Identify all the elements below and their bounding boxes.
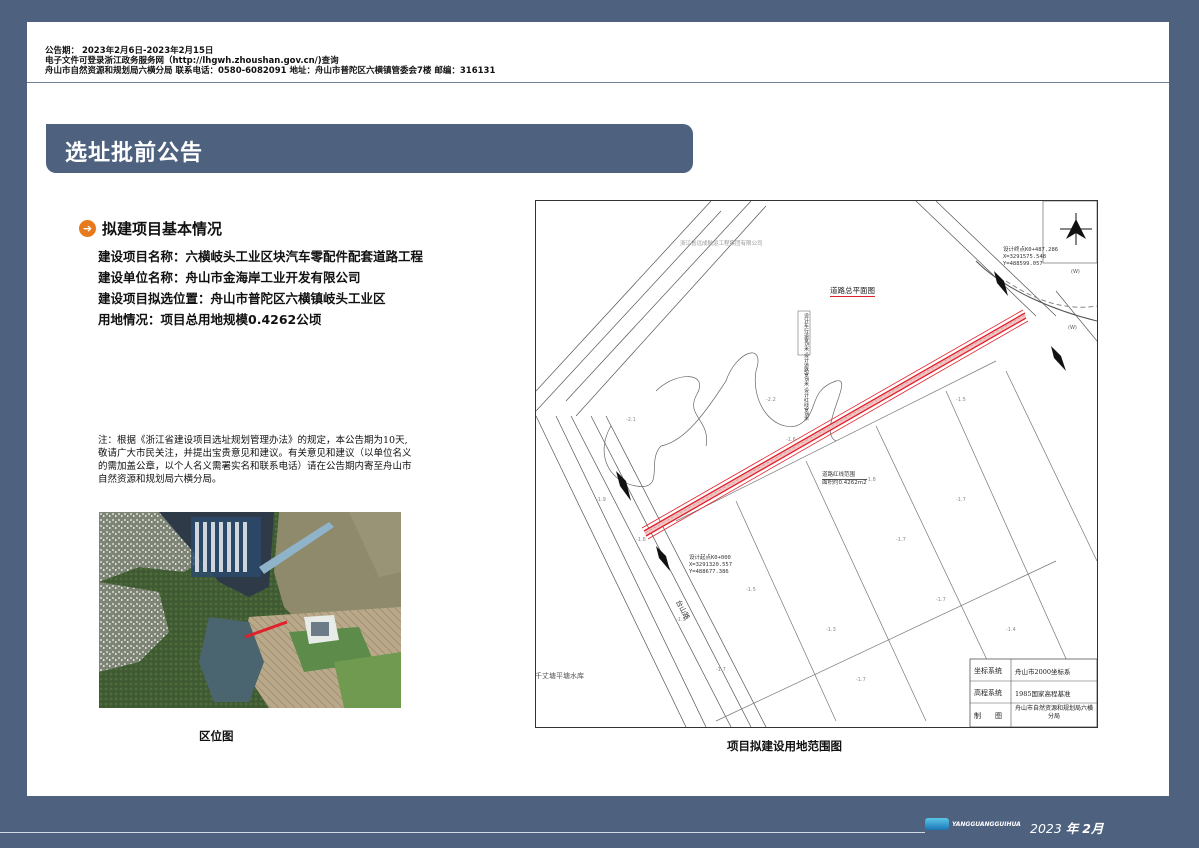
svg-text:-2.2: -2.2 bbox=[766, 397, 776, 403]
svg-text:-1.3: -1.3 bbox=[826, 627, 836, 633]
end-point-label: 设计终点K0+487.286 X=3291575.548 Y=488599.05… bbox=[1003, 247, 1058, 268]
mark-w-2: (W) bbox=[1068, 325, 1077, 331]
brand-logo-icon bbox=[925, 818, 949, 830]
title-banner: 选址批前公告 bbox=[46, 124, 693, 173]
announcement-period: 公告期： 2023年2月6日-2023年2月15日 bbox=[45, 46, 214, 56]
tb-label-drafter: 制 图 bbox=[974, 712, 1002, 720]
start-point-x: X=3291320.557 bbox=[689, 562, 733, 568]
footer-divider bbox=[0, 832, 925, 833]
footer-year-sep: 年 bbox=[1065, 821, 1079, 836]
tb-value-elevation: 1985国家高程基准 bbox=[1015, 690, 1071, 698]
svg-text:-1.7: -1.7 bbox=[716, 667, 726, 673]
svg-text:-1.7: -1.7 bbox=[856, 677, 866, 683]
tb-row-drafter: 制 图 舟山市自然资源和规划局六横分局 bbox=[970, 703, 1097, 727]
svg-text:-1.8: -1.8 bbox=[866, 477, 876, 483]
end-point-line: 设计终点K0+487.286 bbox=[1003, 247, 1059, 253]
svg-text:-1.5: -1.5 bbox=[746, 587, 756, 593]
section-title: 拟建项目基本情况 bbox=[102, 220, 223, 238]
note-road-width: 设计道路宽8米 bbox=[803, 352, 809, 386]
page-title: 选址批前公告 bbox=[65, 141, 204, 166]
contact-info: 舟山市自然资源和规划局六横分局 联系电话：0580-6082091 地址：舟山市… bbox=[45, 66, 496, 76]
red-line-title: 道路红线范围 bbox=[822, 472, 867, 480]
tb-label-coordinate: 坐标系统 bbox=[974, 667, 1002, 675]
svg-text:-1.7: -1.7 bbox=[896, 537, 906, 543]
note-redline-width: 设计红线宽8米 bbox=[803, 387, 809, 421]
svg-text:-1.6: -1.6 bbox=[786, 437, 796, 443]
arrow-right-circle-icon: ➜ bbox=[79, 220, 96, 237]
project-name: 建设项目名称：六横岐头工业区块汽车零配件配套道路工程 bbox=[98, 249, 424, 264]
brand-logo-text: YANGGUANGGUIHUA bbox=[952, 821, 1021, 828]
start-point-line: 设计起点K0+000 bbox=[689, 555, 731, 561]
reservoir-label: 千丈塘平塘水库 bbox=[535, 672, 584, 680]
site-plan-drawing: -1.6 -1.8 -1.7 -1.7 -1.5 -1.3 -1.7 -1.4 -1.7… bbox=[535, 200, 1098, 728]
project-location: 建设项目拟选位置：舟山市普陀区六横镇岐头工业区 bbox=[98, 291, 386, 306]
start-point-y: Y=488677.386 bbox=[689, 569, 729, 575]
note-lane-width: 设计车行道宽5米 bbox=[803, 313, 809, 352]
location-satellite-image bbox=[99, 512, 401, 708]
plan-title: 道路总平面图 bbox=[830, 286, 875, 297]
unit-name: 建设单位名称：舟山市金海岸工业开发有限公司 bbox=[98, 270, 361, 285]
project-info: 建设项目名称：六横岐头工业区块汽车零配件配套道路工程 建设单位名称：舟山市金海岸… bbox=[98, 246, 423, 330]
tb-label-elevation: 高程系统 bbox=[974, 689, 1002, 697]
website-info: 电子文件可登录浙江政务服务网（http://lhgwh.zhoushan.gov… bbox=[45, 56, 339, 66]
notice-sheet: 公告期： 2023年2月6日-2023年2月15日 电子文件可登录浙江政务服务网… bbox=[27, 22, 1169, 796]
svg-text:-1.4: -1.4 bbox=[1006, 627, 1016, 633]
svg-text:-1.5: -1.5 bbox=[956, 397, 966, 403]
header-info: 公告期： 2023年2月6日-2023年2月15日 电子文件可登录浙江政务服务网… bbox=[45, 46, 495, 76]
footer-date: 2023 年 2月 bbox=[1030, 818, 1104, 837]
svg-text:-2.1: -2.1 bbox=[626, 417, 636, 423]
start-point-label: 设计起点K0+000 X=3291320.557 Y=488677.386 bbox=[689, 555, 732, 576]
top-company-label: 浙江省远成航运工程集团有限公司 bbox=[680, 241, 763, 247]
red-line-area: 面积约0.4262m2 bbox=[822, 480, 867, 486]
site-plan-caption: 项目拟建设用地范围图 bbox=[727, 739, 842, 753]
land-use: 用地情况：项目总用地规模0.4262公顷 bbox=[98, 312, 322, 327]
tb-value-coordinate: 舟山市2000坐标系 bbox=[1015, 668, 1071, 676]
vertical-design-note: 设计车行道宽5米 设计道路宽8米 设计红线宽8米 bbox=[800, 313, 809, 421]
end-point-y: Y=488599.057 bbox=[1003, 261, 1043, 267]
tb-value-drafter: 舟山市自然资源和规划局六横分局 bbox=[1014, 705, 1093, 720]
header-divider bbox=[27, 82, 1169, 83]
svg-text:-1.9: -1.9 bbox=[596, 497, 606, 503]
tb-row-elevation: 高程系统 1985国家高程基准 bbox=[970, 681, 1097, 703]
svg-text:-1.7: -1.7 bbox=[956, 497, 966, 503]
svg-text:-1.7: -1.7 bbox=[936, 597, 946, 603]
section-heading: ➜ 拟建项目基本情况 bbox=[79, 218, 222, 239]
footer-month: 2月 bbox=[1082, 821, 1104, 836]
svg-text:-1.8: -1.8 bbox=[636, 537, 646, 543]
mark-w-1: (W) bbox=[1071, 269, 1080, 275]
red-line-label: 道路红线范围 面积约0.4262m2 bbox=[822, 472, 867, 487]
location-map-caption: 区位图 bbox=[199, 729, 234, 743]
title-block: 坐标系统 舟山市2000坐标系 高程系统 1985国家高程基准 制 图 舟山市自… bbox=[970, 659, 1097, 727]
notice-note: 注：根据《浙江省建设项目选址规划管理办法》的规定，本公告期为10天,敬请广大市民… bbox=[98, 435, 412, 485]
end-point-x: X=3291575.548 bbox=[1003, 254, 1047, 260]
footer-year: 2023 bbox=[1030, 821, 1062, 836]
tb-row-coordinate: 坐标系统 舟山市2000坐标系 bbox=[970, 659, 1097, 681]
